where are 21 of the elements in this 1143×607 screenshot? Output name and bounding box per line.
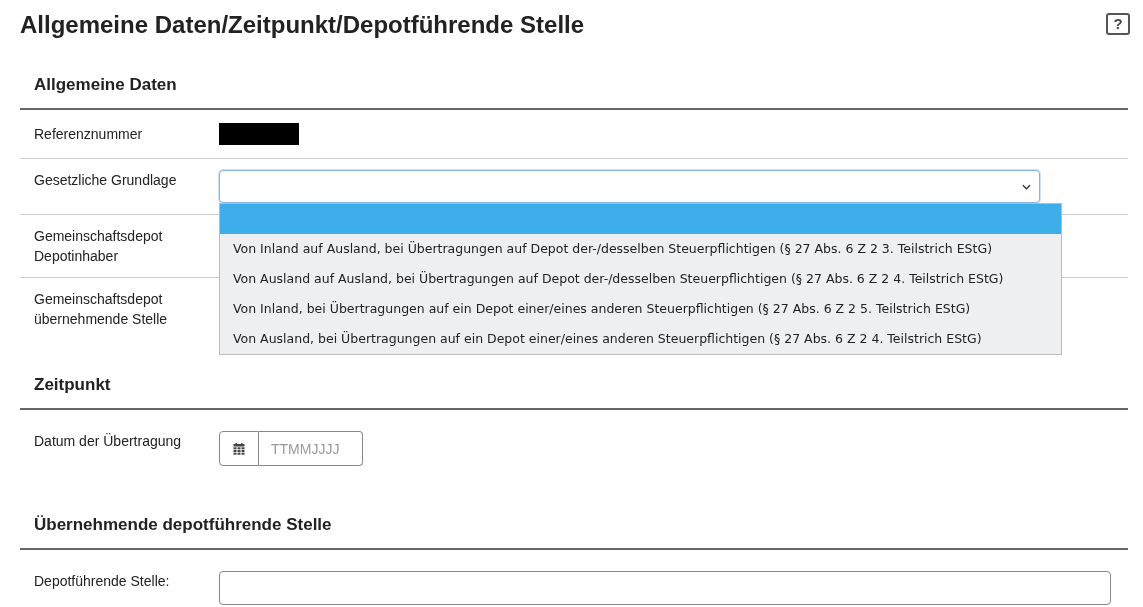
select-field[interactable] — [219, 170, 1040, 203]
date-field[interactable]: TTMMJJJJ — [259, 431, 363, 466]
dropdown-option[interactable]: Von Inland auf Ausland, bei Übertragungen auf Depot der-/desselben Steuerpflichtigen (§ 27 Abs. 6 Z 2 3. Teilstrich EStG) — [220, 234, 1061, 264]
field-label: Referenznummer — [34, 125, 144, 144]
field-label: Depotführende Stelle: — [34, 572, 171, 591]
help-button[interactable]: ? — [1106, 13, 1130, 35]
calendar-icon — [233, 442, 245, 455]
calendar-button[interactable] — [219, 431, 259, 466]
page-title: Allgemeine Daten/Zeitpunkt/Depotführende Stelle — [20, 10, 585, 40]
field-label: Datum der Übertragung — [34, 432, 183, 451]
section-heading: Zeitpunkt — [20, 374, 1128, 410]
field-label: Gesetzliche Grundlage — [34, 171, 178, 190]
dropdown-option[interactable]: Von Ausland auf Ausland, bei Übertragungen auf Depot der-/desselben Steuerpflichtigen (§ 27 Abs. 6 Z 2 4. Teilstrich EStG) — [220, 264, 1061, 294]
dropdown-option[interactable]: Von Ausland, bei Übertragungen auf ein Depot einer/eines anderen Steuerpflichtigen (§ 27 Abs. 6 Z 2 4. Teilstrich EStG) — [220, 324, 1061, 354]
text-field[interactable] — [219, 571, 1111, 605]
section-heading: Übernehmende depotführende Stelle — [20, 514, 1128, 550]
field-label: Gemeinschaftsdepot übernehmende Stelle — [34, 290, 169, 329]
dropdown-option[interactable]: Von Inland, bei Übertragungen auf ein Depot einer/eines anderen Steuerpflichtigen (§ 27 Abs. 6 Z 2 5. Teilstrich EStG) — [220, 294, 1061, 324]
section-heading: Allgemeine Daten — [20, 74, 1128, 110]
chevron-down-icon — [1022, 183, 1031, 190]
field-label: Gemeinschaftsdepot Depotinhaber — [34, 227, 164, 266]
